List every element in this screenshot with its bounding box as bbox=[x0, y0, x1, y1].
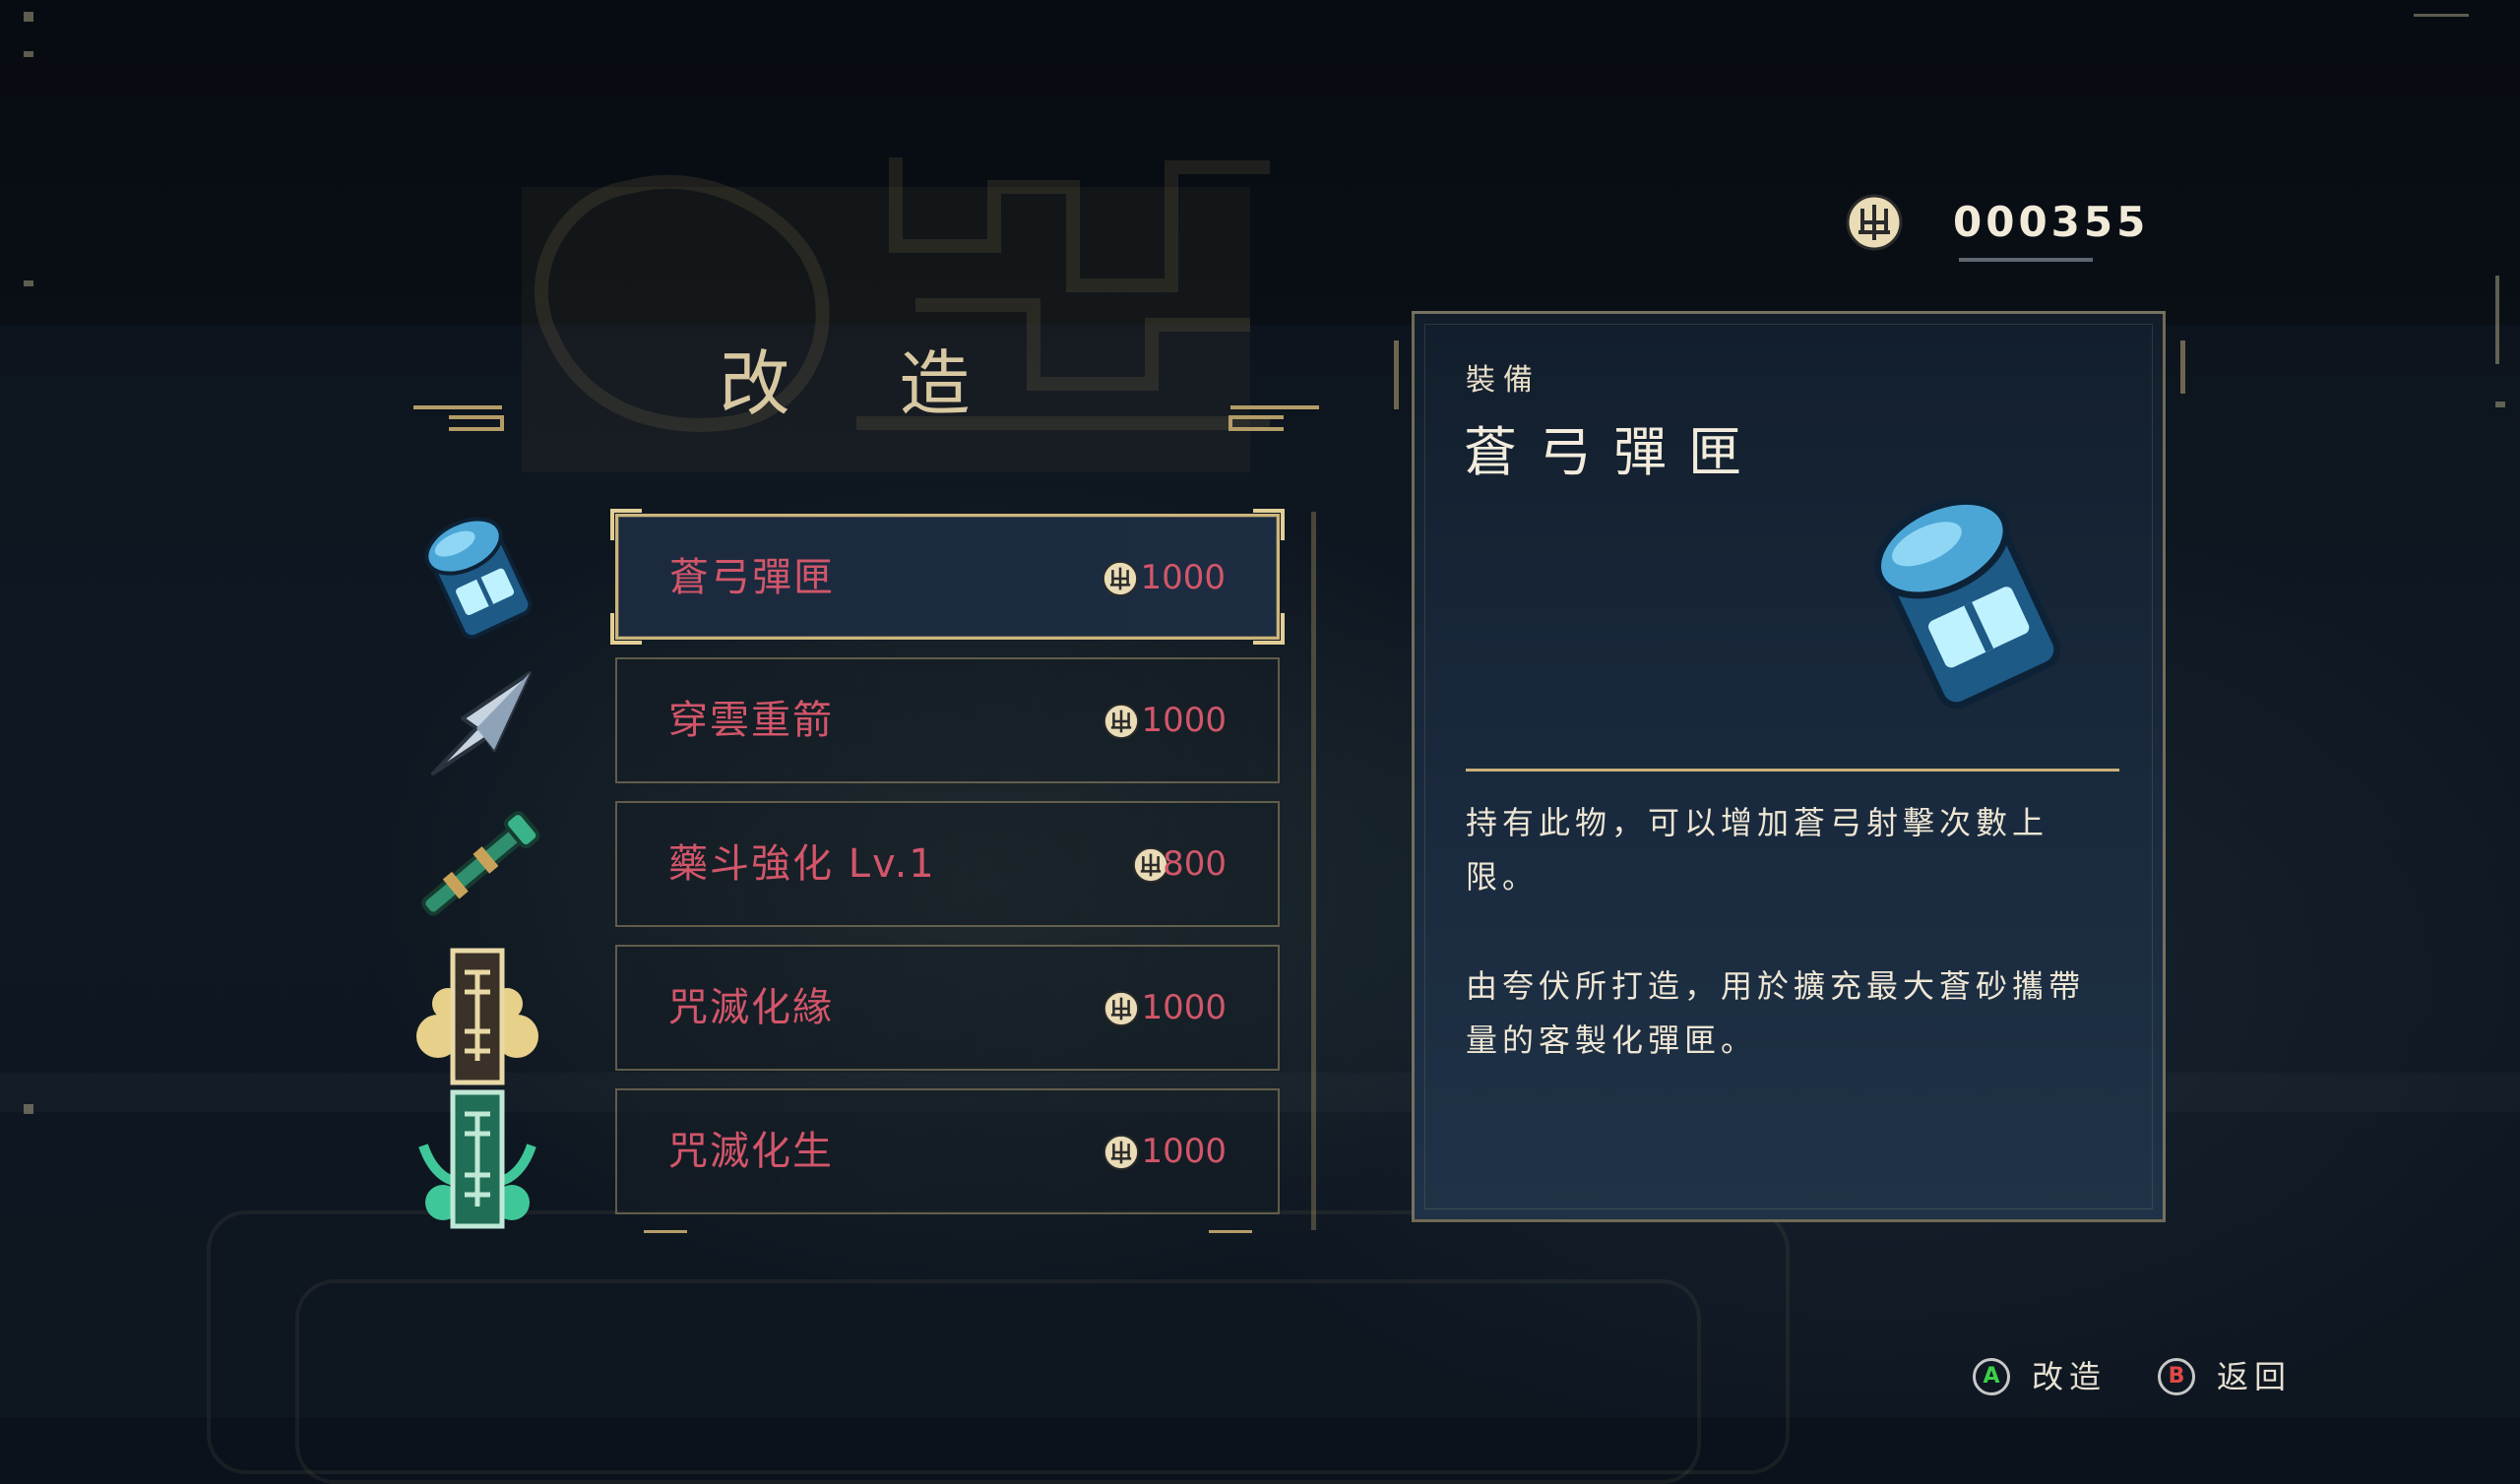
title-block: 改 造 bbox=[413, 325, 1319, 482]
selection-corner bbox=[610, 509, 642, 540]
ammo-canister-icon bbox=[1874, 497, 2061, 710]
item-cost: 1000 bbox=[1141, 1132, 1227, 1171]
item-cost: 1000 bbox=[1140, 558, 1226, 597]
detail-panel: 裝備 蒼弓彈匣 持有此物，可以增加蒼弓射擊次數上限。 由夸伏所打造，用於擴充最大… bbox=[1412, 311, 2166, 1222]
list-footer-mark bbox=[644, 1230, 687, 1233]
selection-corner bbox=[1253, 613, 1285, 645]
coin-icon bbox=[1102, 990, 1140, 1027]
item-cost: 1000 bbox=[1141, 988, 1227, 1027]
edge-marker bbox=[24, 280, 33, 286]
selection-corner bbox=[1253, 509, 1285, 540]
prompt-upgrade[interactable]: A 改造 bbox=[1973, 1358, 2170, 1401]
coin-icon bbox=[1102, 703, 1140, 740]
list-footer-mark bbox=[1209, 1230, 1252, 1233]
edge-marker bbox=[2495, 402, 2505, 407]
background-pipe bbox=[295, 1279, 1701, 1484]
prompt-label: 返回 bbox=[2217, 1358, 2293, 1395]
list-item-talisman-gold[interactable]: 咒滅化緣 1000 bbox=[615, 945, 1280, 1071]
coin-icon bbox=[1102, 1134, 1140, 1171]
coin-icon bbox=[1102, 560, 1139, 597]
currency-underline bbox=[1959, 258, 2093, 262]
edge-marker bbox=[24, 51, 33, 57]
gold-talisman-icon bbox=[416, 948, 538, 1085]
edge-marker bbox=[2495, 276, 2499, 364]
list-item-heavy-arrow[interactable]: 穿雲重箭 1000 bbox=[615, 657, 1280, 783]
title-ornament-left bbox=[413, 403, 512, 433]
item-name: 藥斗強化 Lv.1 bbox=[668, 841, 936, 887]
list-scroll-rail bbox=[1311, 512, 1316, 1230]
detail-title: 蒼弓彈匣 bbox=[1464, 421, 1763, 483]
coin-icon bbox=[1846, 194, 1903, 251]
arrowhead-icon bbox=[431, 671, 532, 775]
edge-marker bbox=[2414, 14, 2469, 17]
currency-amount: 000355 bbox=[1953, 198, 2150, 246]
item-cost: 800 bbox=[1163, 844, 1227, 884]
detail-lore: 由夸伏所打造，用於擴充最大蒼砂攜帶量的客製化彈匣。 bbox=[1466, 967, 2086, 1059]
ammo-canister-icon bbox=[424, 517, 533, 640]
detail-divider bbox=[1466, 769, 2119, 772]
panel-rail bbox=[2180, 340, 2185, 394]
item-name: 穿雲重箭 bbox=[668, 698, 834, 743]
page-title: 改 造 bbox=[719, 342, 1014, 425]
item-name: 咒滅化緣 bbox=[668, 985, 834, 1030]
item-name: 咒滅化生 bbox=[668, 1129, 834, 1174]
list-item-talisman-jade[interactable]: 咒滅化生 1000 bbox=[615, 1088, 1280, 1214]
detail-category: 裝備 bbox=[1466, 363, 1541, 398]
list-item-medicine-upgrade[interactable]: 藥斗強化 Lv.1 800 bbox=[615, 801, 1280, 927]
title-ornament-right bbox=[1221, 403, 1319, 433]
list-item-ammo-clip[interactable]: 蒼弓彈匣 1000 bbox=[610, 509, 1285, 645]
b-button-icon: B bbox=[2158, 1358, 2195, 1395]
prompt-label: 改造 bbox=[2032, 1358, 2108, 1395]
prompt-back[interactable]: B 返回 bbox=[2158, 1358, 2355, 1401]
jade-talisman-icon bbox=[418, 1089, 536, 1229]
edge-marker bbox=[24, 1104, 33, 1114]
panel-rail bbox=[1394, 340, 1399, 409]
detail-description: 持有此物，可以增加蒼弓射擊次數上限。 bbox=[1466, 804, 2049, 896]
a-button-icon: A bbox=[1973, 1358, 2010, 1395]
medicine-pipe-icon bbox=[421, 811, 540, 916]
selection-corner bbox=[610, 613, 642, 645]
item-cost: 1000 bbox=[1141, 701, 1227, 740]
item-name: 蒼弓彈匣 bbox=[669, 555, 835, 600]
edge-marker bbox=[24, 12, 33, 22]
